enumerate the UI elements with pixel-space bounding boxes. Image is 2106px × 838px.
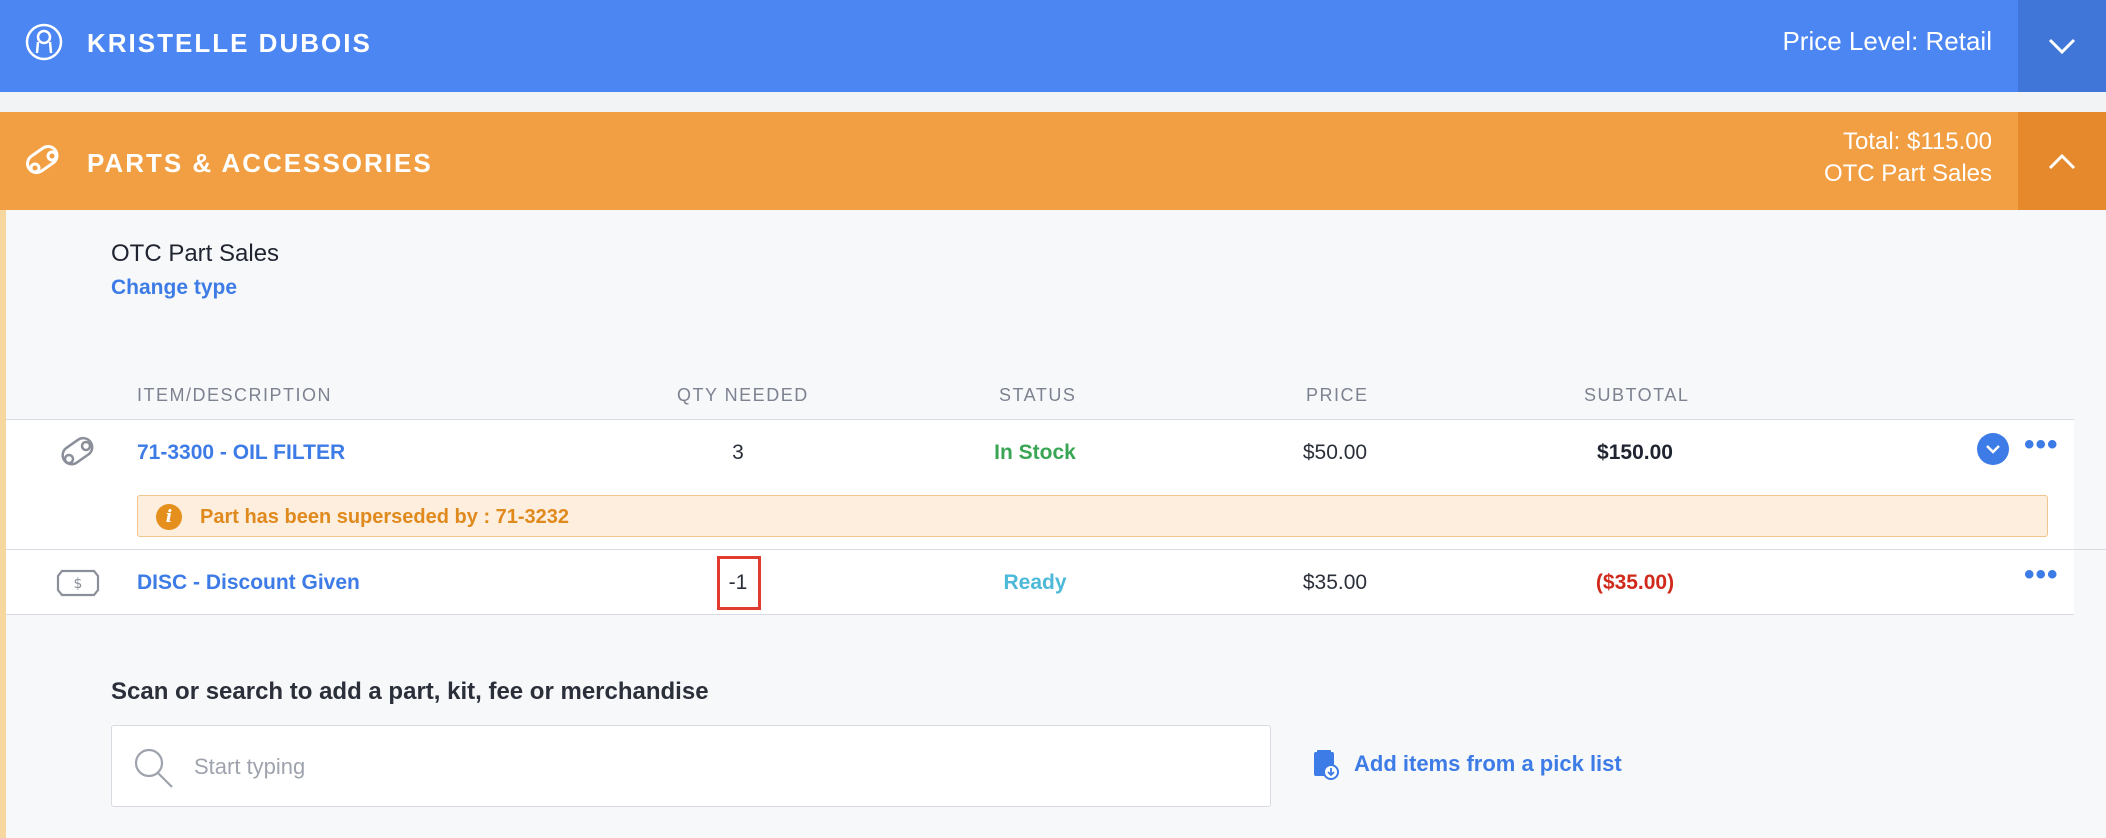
parts-sale-type: OTC Part Sales <box>1823 160 1992 187</box>
header-qty: QTY NEEDED <box>677 385 809 405</box>
subtotal-cell: ($35.00) <box>1595 571 1675 594</box>
parts-collapse-toggle[interactable] <box>2018 112 2106 210</box>
parts-title: PARTS & ACCESSORIES <box>87 148 433 178</box>
picklist-icon <box>1314 750 1339 780</box>
parts-totals: Total: $115.00 OTC Part Sales <box>1824 126 1992 190</box>
status-badge: In Stock <box>994 441 1076 464</box>
more-options-icon[interactable]: ••• <box>2024 558 2059 592</box>
parts-header[interactable]: PARTS & ACCESSORIES Total: $115.00 OTC P… <box>0 112 2106 210</box>
search-icon <box>134 748 173 788</box>
price-cell: $35.00 <box>1302 571 1368 594</box>
notice-text: Part has been superseded by : 71-3232 <box>200 506 570 528</box>
qty-highlight-box <box>717 556 761 610</box>
qty-cell[interactable]: 3 <box>718 441 758 465</box>
supersede-notice: i Part has been superseded by : 71-3232 <box>137 495 2048 537</box>
subtotal-cell: $150.00 <box>1597 441 1673 464</box>
customer-collapse-toggle[interactable] <box>2018 0 2106 92</box>
expand-row-button[interactable] <box>1977 433 2009 465</box>
price-cell: $50.00 <box>1302 441 1368 464</box>
chevron-down-icon <box>2048 38 2076 55</box>
more-options-icon[interactable]: ••• <box>2024 428 2059 462</box>
header-price: PRICE <box>1306 385 1369 405</box>
search-box[interactable] <box>111 725 1271 807</box>
status-badge: Ready <box>1003 571 1067 594</box>
customer-name: KRISTELLE DUBOIS <box>87 28 372 58</box>
chevron-down-icon <box>1986 445 2000 454</box>
svg-text:$: $ <box>74 576 83 592</box>
header-item: ITEM/DESCRIPTION <box>137 385 333 405</box>
price-level: Price Level: Retail <box>1782 26 1992 56</box>
header-subtotal: SUBTOTAL <box>1584 385 1690 405</box>
chevron-up-icon <box>2048 153 2076 170</box>
customer-header[interactable]: KRISTELLE DUBOIS Price Level: Retail <box>0 0 2106 92</box>
item-link-oil-filter[interactable]: 71-3300 - OIL FILTER <box>137 441 345 465</box>
change-type-link[interactable]: Change type <box>111 276 237 300</box>
picklist-label: Add items from a pick list <box>1354 751 1622 776</box>
parts-total: Total: $115.00 <box>1842 128 1992 155</box>
row-divider <box>6 419 2074 420</box>
sale-type-title: OTC Part Sales <box>111 240 280 267</box>
search-input[interactable] <box>194 748 1194 786</box>
discount-icon: $ <box>56 569 100 597</box>
item-link-discount[interactable]: DISC - Discount Given <box>137 571 360 595</box>
parts-icon <box>26 145 59 175</box>
search-label: Scan or search to add a part, kit, fee o… <box>111 678 709 705</box>
header-status: STATUS <box>999 385 1077 405</box>
part-icon <box>61 436 94 466</box>
info-icon: i <box>156 504 182 530</box>
row-divider <box>6 614 2074 615</box>
customer-icon <box>25 23 63 61</box>
